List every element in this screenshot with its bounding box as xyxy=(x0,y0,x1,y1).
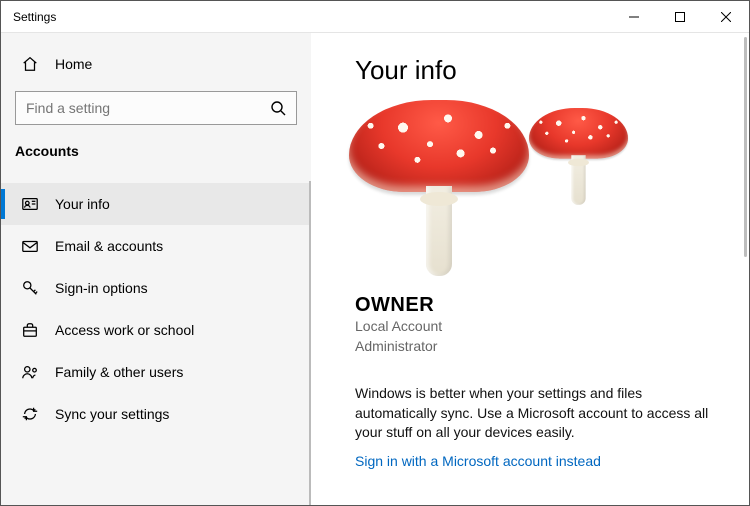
sidebar-item-label: Access work or school xyxy=(55,322,194,338)
account-pictures xyxy=(319,100,721,290)
sidebar-item-signin-options[interactable]: Sign-in options xyxy=(1,267,311,309)
signin-link-row: Sign in with a Microsoft account instead xyxy=(355,453,721,471)
settings-window: Settings Home xyxy=(0,0,750,506)
account-name: OWNER xyxy=(355,294,721,317)
home-nav[interactable]: Home xyxy=(1,45,311,83)
sidebar-item-sync[interactable]: Sync your settings xyxy=(1,393,311,435)
maximize-button[interactable] xyxy=(657,1,703,33)
sidebar: Home Accounts Your info xyxy=(1,33,311,505)
minimize-icon xyxy=(629,12,639,22)
promo-text: Windows is better when your settings and… xyxy=(355,384,715,443)
sidebar-item-label: Sync your settings xyxy=(55,406,169,422)
sidebar-item-label: Sign-in options xyxy=(55,280,148,296)
person-badge-icon xyxy=(21,195,39,213)
home-label: Home xyxy=(55,56,92,72)
window-title: Settings xyxy=(1,10,56,24)
sync-icon xyxy=(21,405,39,423)
category-heading: Accounts xyxy=(1,137,311,173)
home-icon xyxy=(21,55,39,73)
scrollbar[interactable] xyxy=(744,37,747,257)
account-type: Local Account xyxy=(355,317,721,337)
sidebar-item-work-school[interactable]: Access work or school xyxy=(1,309,311,351)
account-picture-current[interactable] xyxy=(349,100,529,276)
sidebar-item-family-users[interactable]: Family & other users xyxy=(1,351,311,393)
account-info: OWNER Local Account Administrator xyxy=(355,294,721,356)
account-role: Administrator xyxy=(355,337,721,357)
maximize-icon xyxy=(675,12,685,22)
sidebar-item-label: Email & accounts xyxy=(55,238,163,254)
minimize-button[interactable] xyxy=(611,1,657,33)
page-title: Your info xyxy=(355,55,721,86)
sidebar-item-your-info[interactable]: Your info xyxy=(1,183,311,225)
signin-microsoft-link[interactable]: Sign in with a Microsoft account instead xyxy=(355,453,601,469)
titlebar: Settings xyxy=(1,1,749,33)
account-picture-previous[interactable] xyxy=(529,108,628,205)
search-input[interactable] xyxy=(26,100,270,116)
briefcase-icon xyxy=(21,321,39,339)
search-box[interactable] xyxy=(15,91,297,125)
sidebar-item-label: Family & other users xyxy=(55,364,183,380)
people-icon xyxy=(21,363,39,381)
sidebar-item-email-accounts[interactable]: Email & accounts xyxy=(1,225,311,267)
sidebar-item-label: Your info xyxy=(55,196,110,212)
close-icon xyxy=(721,12,731,22)
close-button[interactable] xyxy=(703,1,749,33)
mail-icon xyxy=(21,237,39,255)
nav-list: Your info Email & accounts Sign-in optio… xyxy=(1,183,311,435)
key-icon xyxy=(21,279,39,297)
window-body: Home Accounts Your info xyxy=(1,33,749,505)
search-icon xyxy=(270,100,286,116)
main-content: Your info OWNER Local Account Administra… xyxy=(311,33,749,505)
